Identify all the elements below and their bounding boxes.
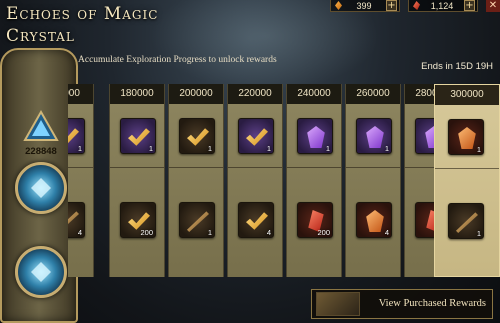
event-title: Echoes of Magic Crystal (6, 4, 159, 46)
reward-threshold: 260000 (346, 84, 400, 104)
reward-quantity: 4 (384, 228, 389, 237)
reward-column: 240000 1 200 (286, 84, 342, 277)
column-divider (68, 167, 93, 168)
free-reward-slot[interactable]: 1 (356, 118, 392, 154)
reward-quantity: 200 (140, 228, 153, 237)
checkmark-badge-icon (128, 128, 150, 146)
purple-gem-icon (307, 126, 325, 148)
free-reward-slot[interactable]: 1 (120, 118, 156, 154)
reward-column: 260000 1 4 (345, 84, 401, 277)
reward-threshold: 60000 (68, 84, 93, 104)
currency-red-value: 1,124 (430, 0, 454, 11)
checkmark-badge-icon (187, 128, 209, 146)
reward-quantity: 4 (77, 228, 82, 237)
view-purchased-rewards-label: View Purchased Rewards (378, 298, 486, 309)
reward-quantity: 1 (207, 144, 212, 153)
reward-quantity: 1 (207, 228, 212, 237)
reward-threshold: 200000 (169, 84, 223, 104)
checkmark-badge-icon (246, 212, 268, 230)
add-red-button[interactable]: + (464, 0, 475, 11)
column-divider (435, 168, 499, 169)
reward-quantity: 1 (148, 144, 153, 153)
premium-reward-slot[interactable]: 4 (356, 202, 392, 238)
reward-quantity: 1 (384, 144, 389, 153)
reward-column: 220000 1 4 (227, 84, 283, 277)
reward-quantity: 1 (266, 144, 271, 153)
crystal-orb-icon (15, 162, 67, 214)
gold-crystal-icon (335, 1, 342, 10)
reward-track[interactable]: 60000 1 4 180000 1 200 200000 1 1 220000 1 4 240000 1… (68, 84, 500, 277)
checkmark-badge-icon (246, 128, 268, 146)
reward-threshold: 180000 (110, 84, 164, 104)
free-reward-slot[interactable]: 1 (238, 118, 274, 154)
reward-quantity: 1 (476, 229, 481, 238)
rewards-thumbnail (316, 292, 360, 316)
column-divider (110, 167, 164, 168)
currency-bar: 399 + 1,124 + ✕ (330, 0, 500, 12)
premium-reward-slot[interactable]: 4 (238, 202, 274, 238)
reward-threshold: 300000 (435, 85, 499, 105)
orange-gem-icon (458, 127, 476, 149)
sword-icon (456, 212, 478, 233)
progress-pillar: 228848 (0, 48, 78, 323)
free-reward-slot[interactable]: 1 (448, 119, 484, 155)
reward-column: 300000 1 1 (434, 84, 500, 277)
reward-quantity: 1 (77, 144, 82, 153)
reward-quantity: 200 (317, 228, 330, 237)
column-divider (287, 167, 341, 168)
premium-reward-slot[interactable]: 200 (297, 202, 333, 238)
reward-quantity: 4 (266, 228, 271, 237)
currency-gold-value: 399 (356, 0, 372, 11)
free-reward-slot[interactable]: 1 (297, 118, 333, 154)
premium-reward-slot[interactable]: 1 (448, 203, 484, 239)
column-divider (228, 167, 282, 168)
view-purchased-rewards-button[interactable]: View Purchased Rewards (311, 289, 493, 319)
reward-column: 180000 1 200 (109, 84, 165, 277)
column-divider (346, 167, 400, 168)
reward-column: 60000 1 4 (68, 84, 94, 277)
reward-quantity: 1 (325, 144, 330, 153)
free-reward-slot[interactable]: 1 (179, 118, 215, 154)
event-timer: Ends in 15D 19H (421, 61, 493, 72)
crystal-crest-icon (23, 110, 59, 141)
event-subtitle: Accumulate Exploration Progress to unloc… (78, 55, 277, 65)
red-crystal-icon (413, 1, 420, 10)
purple-gem-icon (366, 126, 384, 148)
reward-threshold: 220000 (228, 84, 282, 104)
reward-quantity: 1 (476, 145, 481, 154)
orange-gem-icon (366, 210, 384, 232)
currency-gold: 399 + (330, 0, 400, 12)
add-gold-button[interactable]: + (386, 0, 397, 11)
premium-reward-slot[interactable]: 200 (120, 202, 156, 238)
free-reward-slot[interactable]: 1 (68, 118, 85, 154)
close-button[interactable]: ✕ (486, 0, 500, 12)
crystal-orb-icon (15, 246, 67, 298)
premium-reward-slot[interactable]: 4 (68, 202, 85, 238)
currency-red: 1,124 + (408, 0, 478, 12)
premium-reward-slot[interactable]: 1 (179, 202, 215, 238)
sword-icon (187, 211, 209, 232)
reward-column: 200000 1 1 (168, 84, 224, 277)
reward-threshold: 240000 (287, 84, 341, 104)
column-divider (169, 167, 223, 168)
